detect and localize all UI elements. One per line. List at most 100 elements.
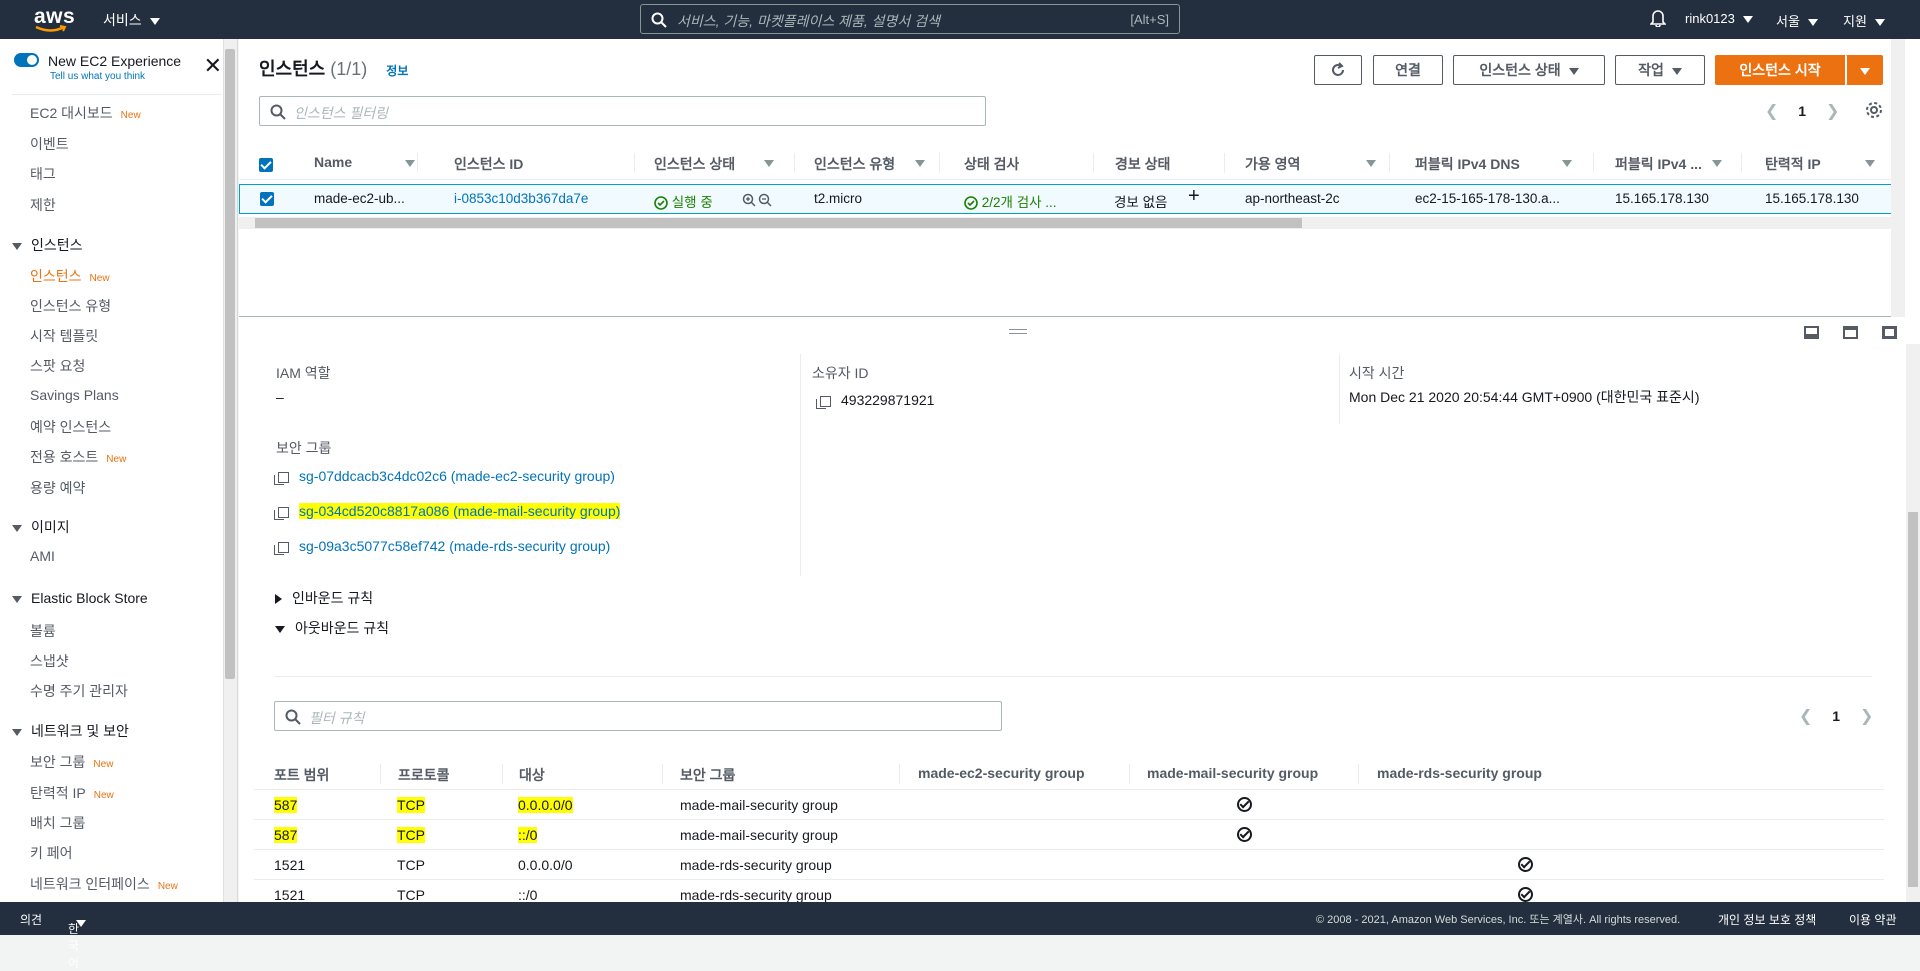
col-availability-zone[interactable]: 가용 영역 <box>1245 154 1300 174</box>
launch-instance-button[interactable]: 인스턴스 시작 <box>1715 55 1845 85</box>
sort-icon[interactable] <box>1562 160 1572 167</box>
sidebar-item-placement-groups[interactable]: 배치 그룹 <box>30 813 85 833</box>
sidebar-section-instances[interactable]: 인스턴스 <box>12 235 83 255</box>
user-menu[interactable]: rink0123 <box>1685 11 1753 26</box>
col-name[interactable]: Name <box>314 154 352 170</box>
sort-icon[interactable] <box>405 160 415 167</box>
horizontal-scrollbar[interactable] <box>239 217 1899 229</box>
sidebar-item-security-groups[interactable]: 보안 그룹 New <box>30 752 113 772</box>
terms-link[interactable]: 이용 약관 <box>1849 911 1897 928</box>
instance-filter-input[interactable]: 인스턴스 필터링 <box>259 96 986 126</box>
sidebar-item-instance-types[interactable]: 인스턴스 유형 <box>30 296 111 316</box>
sidebar-item-volumes[interactable]: 볼륨 <box>30 621 56 641</box>
display-bottom-icon[interactable] <box>1804 326 1819 339</box>
col-status-check[interactable]: 상태 검사 <box>964 154 1019 174</box>
scrollbar-thumb[interactable] <box>1908 512 1918 887</box>
drag-handle[interactable] <box>1009 329 1027 334</box>
sort-icon[interactable] <box>915 160 925 167</box>
pane-splitter[interactable] <box>239 318 1905 344</box>
sidebar-section-ebs[interactable]: Elastic Block Store <box>12 590 148 606</box>
col-alarm-status[interactable]: 경보 상태 <box>1115 154 1170 174</box>
vertical-scrollbar[interactable] <box>1891 39 1905 317</box>
column-divider[interactable] <box>634 153 635 173</box>
connect-button[interactable]: 연결 <box>1373 55 1443 85</box>
scrollbar-thumb[interactable] <box>255 218 1302 228</box>
refresh-button[interactable] <box>1314 55 1362 85</box>
inbound-rules-toggle[interactable]: 인바운드 규칙 <box>275 588 373 608</box>
security-group-link[interactable]: sg-09a3c5077c58ef742 (made-rds-security … <box>274 538 610 555</box>
page-number[interactable]: 1 <box>1798 103 1806 119</box>
sidebar-item-network-interfaces[interactable]: 네트워크 인터페이스 New <box>30 874 178 894</box>
sidebar-item-reserved[interactable]: 예약 인스턴스 <box>30 417 111 437</box>
sidebar-scrollbar[interactable] <box>223 39 237 902</box>
region-menu[interactable]: 서울 <box>1776 11 1818 30</box>
sidebar-section-network[interactable]: 네트워크 및 보안 <box>12 721 129 741</box>
col-rds-sg[interactable]: made-rds-security group <box>1377 765 1542 781</box>
sidebar-item-capacity[interactable]: 용량 예약 <box>30 478 85 498</box>
feedback-link[interactable]: 의견 <box>20 911 42 928</box>
table-row[interactable]: made-ec2-ub... i-0853c10d3b367da7e 실행 중 … <box>239 184 1899 214</box>
sidebar-item-ami[interactable]: AMI <box>30 548 55 564</box>
copy-icon[interactable] <box>274 506 289 520</box>
zoom-in-icon[interactable] <box>742 193 756 207</box>
row-checkbox[interactable] <box>260 192 274 206</box>
sidebar-item-tags[interactable]: 태그 <box>30 164 56 184</box>
aws-logo[interactable]: aws <box>34 5 75 32</box>
launch-options-button[interactable] <box>1846 55 1883 85</box>
bell-icon[interactable] <box>1650 9 1666 27</box>
col-port-range[interactable]: 포트 범위 <box>274 765 329 785</box>
feedback-link[interactable]: Tell us what you think <box>50 71 145 82</box>
select-all-checkbox[interactable] <box>259 158 273 172</box>
page-number[interactable]: 1 <box>1832 708 1840 724</box>
scrollbar-thumb[interactable] <box>225 49 235 679</box>
col-ec2-sg[interactable]: made-ec2-security group <box>918 765 1085 781</box>
global-search[interactable]: 서비스, 기능, 마켓플레이스 제품, 설명서 검색 [Alt+S] <box>640 4 1180 34</box>
table-row[interactable]: 587 TCP 0.0.0.0/0 made-mail-security gro… <box>254 789 1884 819</box>
col-security-group[interactable]: 보안 그룹 <box>680 765 735 785</box>
toggle-switch[interactable] <box>14 53 39 67</box>
sidebar-item-limits[interactable]: 제한 <box>30 195 56 215</box>
col-mail-sg[interactable]: made-mail-security group <box>1147 765 1318 781</box>
sidebar-section-images[interactable]: 이미지 <box>12 517 70 537</box>
column-divider[interactable] <box>1093 153 1094 173</box>
services-menu[interactable]: 서비스 <box>103 10 160 30</box>
col-instance-id[interactable]: 인스턴스 ID <box>454 154 523 174</box>
plus-icon[interactable]: + <box>1188 185 1200 208</box>
display-split-icon[interactable] <box>1843 326 1858 339</box>
display-full-icon[interactable] <box>1882 326 1897 339</box>
column-divider[interactable] <box>794 153 795 173</box>
actions-button[interactable]: 작업 <box>1615 55 1705 85</box>
sidebar-item-lifecycle[interactable]: 수명 주기 관리자 <box>30 681 128 701</box>
rules-filter-input[interactable]: 필터 규칙 <box>274 701 1002 731</box>
col-instance-type[interactable]: 인스턴스 유형 <box>814 154 895 174</box>
copy-icon[interactable] <box>274 541 289 555</box>
status-check[interactable]: 2/2개 검사 ... <box>964 191 1074 211</box>
col-protocol[interactable]: 프로토콜 <box>398 765 450 785</box>
zoom-out-icon[interactable] <box>758 193 772 207</box>
table-row[interactable]: 1521 TCP 0.0.0.0/0 made-rds-security gro… <box>254 849 1884 879</box>
privacy-link[interactable]: 개인 정보 보호 정책 <box>1718 911 1816 928</box>
column-divider[interactable] <box>1593 153 1594 173</box>
close-icon[interactable]: ✕ <box>204 53 222 79</box>
instance-id-link[interactable]: i-0853c10d3b367da7e <box>454 191 588 206</box>
sidebar-item-elastic-ip[interactable]: 탄력적 IP New <box>30 783 114 803</box>
sort-icon[interactable] <box>764 160 774 167</box>
column-divider[interactable] <box>417 153 418 173</box>
column-divider[interactable] <box>939 153 940 173</box>
sidebar-item-dedicated-hosts[interactable]: 전용 호스트 New <box>30 447 126 467</box>
sidebar-item-launch-templates[interactable]: 시작 템플릿 <box>30 326 98 346</box>
chevron-left-icon[interactable]: ❮ <box>1765 103 1778 120</box>
sort-icon[interactable] <box>1366 160 1376 167</box>
support-menu[interactable]: 지원 <box>1843 11 1885 30</box>
gear-icon[interactable] <box>1865 101 1883 119</box>
col-destination[interactable]: 대상 <box>519 765 545 785</box>
info-link[interactable]: 정보 <box>386 64 408 78</box>
column-divider[interactable] <box>1389 153 1390 173</box>
chevron-right-icon[interactable]: ❯ <box>1826 103 1839 120</box>
col-public-ipv4[interactable]: 퍼블릭 IPv4 ... <box>1615 154 1702 174</box>
sidebar-item-snapshots[interactable]: 스냅샷 <box>30 651 69 671</box>
sidebar-item-key-pairs[interactable]: 키 페어 <box>30 843 73 863</box>
sidebar-item-spot[interactable]: 스팟 요청 <box>30 356 85 376</box>
security-group-link[interactable]: sg-034cd520c8817a086 (made-mail-security… <box>274 503 621 520</box>
column-divider[interactable] <box>1741 153 1742 173</box>
